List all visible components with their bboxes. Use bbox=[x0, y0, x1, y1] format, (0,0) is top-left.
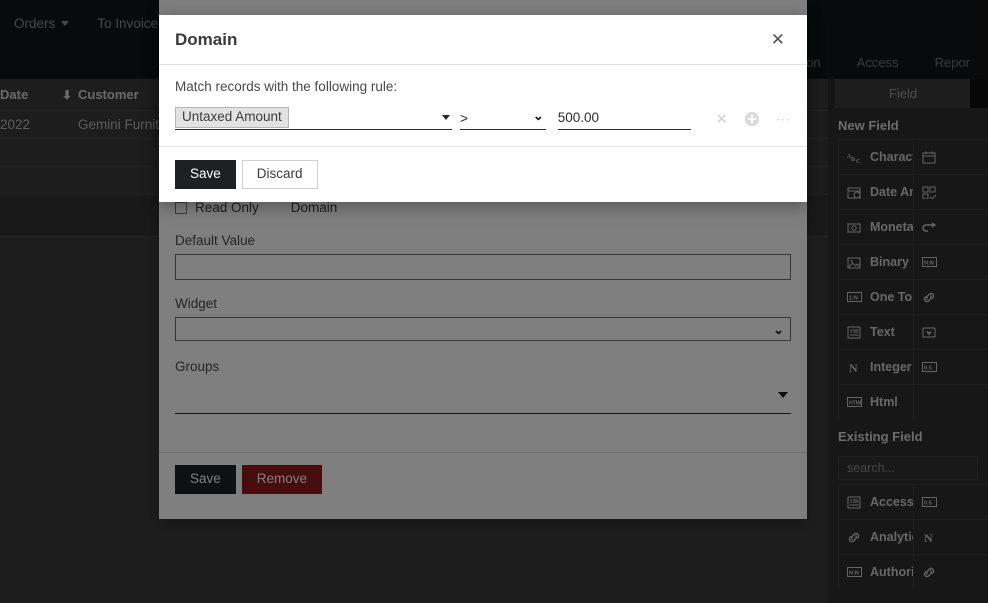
close-icon[interactable]: ✕ bbox=[767, 29, 789, 50]
delete-rule-icon[interactable]: ✕ bbox=[715, 110, 728, 128]
match-records-label: Match records with the following rule: bbox=[175, 79, 398, 94]
chevron-down-icon: ⌄ bbox=[532, 108, 544, 123]
domain-modal-header: Domain ✕ bbox=[159, 15, 807, 65]
save-button[interactable]: Save bbox=[175, 160, 236, 189]
rule-value-text: 500.00 bbox=[557, 110, 600, 125]
domain-rule-row: Untaxed Amount > ⌄ 500.00 ✕ ⋯ bbox=[175, 106, 791, 130]
domain-modal-body: Match records with the following rule: U… bbox=[159, 65, 807, 146]
caret-down-icon bbox=[441, 115, 450, 120]
rule-value-input[interactable]: 500.00 bbox=[557, 106, 692, 130]
domain-modal: Domain ✕ Match records with the followin… bbox=[159, 15, 807, 202]
rule-field-value: Untaxed Amount bbox=[175, 107, 289, 128]
discard-button[interactable]: Discard bbox=[241, 160, 318, 189]
rule-operator-select[interactable]: > ⌄ bbox=[459, 106, 546, 130]
screen-root: Orders To Invoice ...mation Access Repor… bbox=[0, 0, 988, 603]
rule-operator-value: > bbox=[459, 109, 469, 126]
plus-circle-icon[interactable] bbox=[744, 111, 760, 127]
rule-actions: ✕ ⋯ bbox=[715, 110, 791, 130]
page-title: Domain bbox=[175, 29, 238, 49]
rule-field-select[interactable]: Untaxed Amount bbox=[175, 106, 452, 130]
ellipsis-icon[interactable]: ⋯ bbox=[776, 111, 791, 128]
domain-modal-footer: Save Discard bbox=[159, 146, 807, 202]
